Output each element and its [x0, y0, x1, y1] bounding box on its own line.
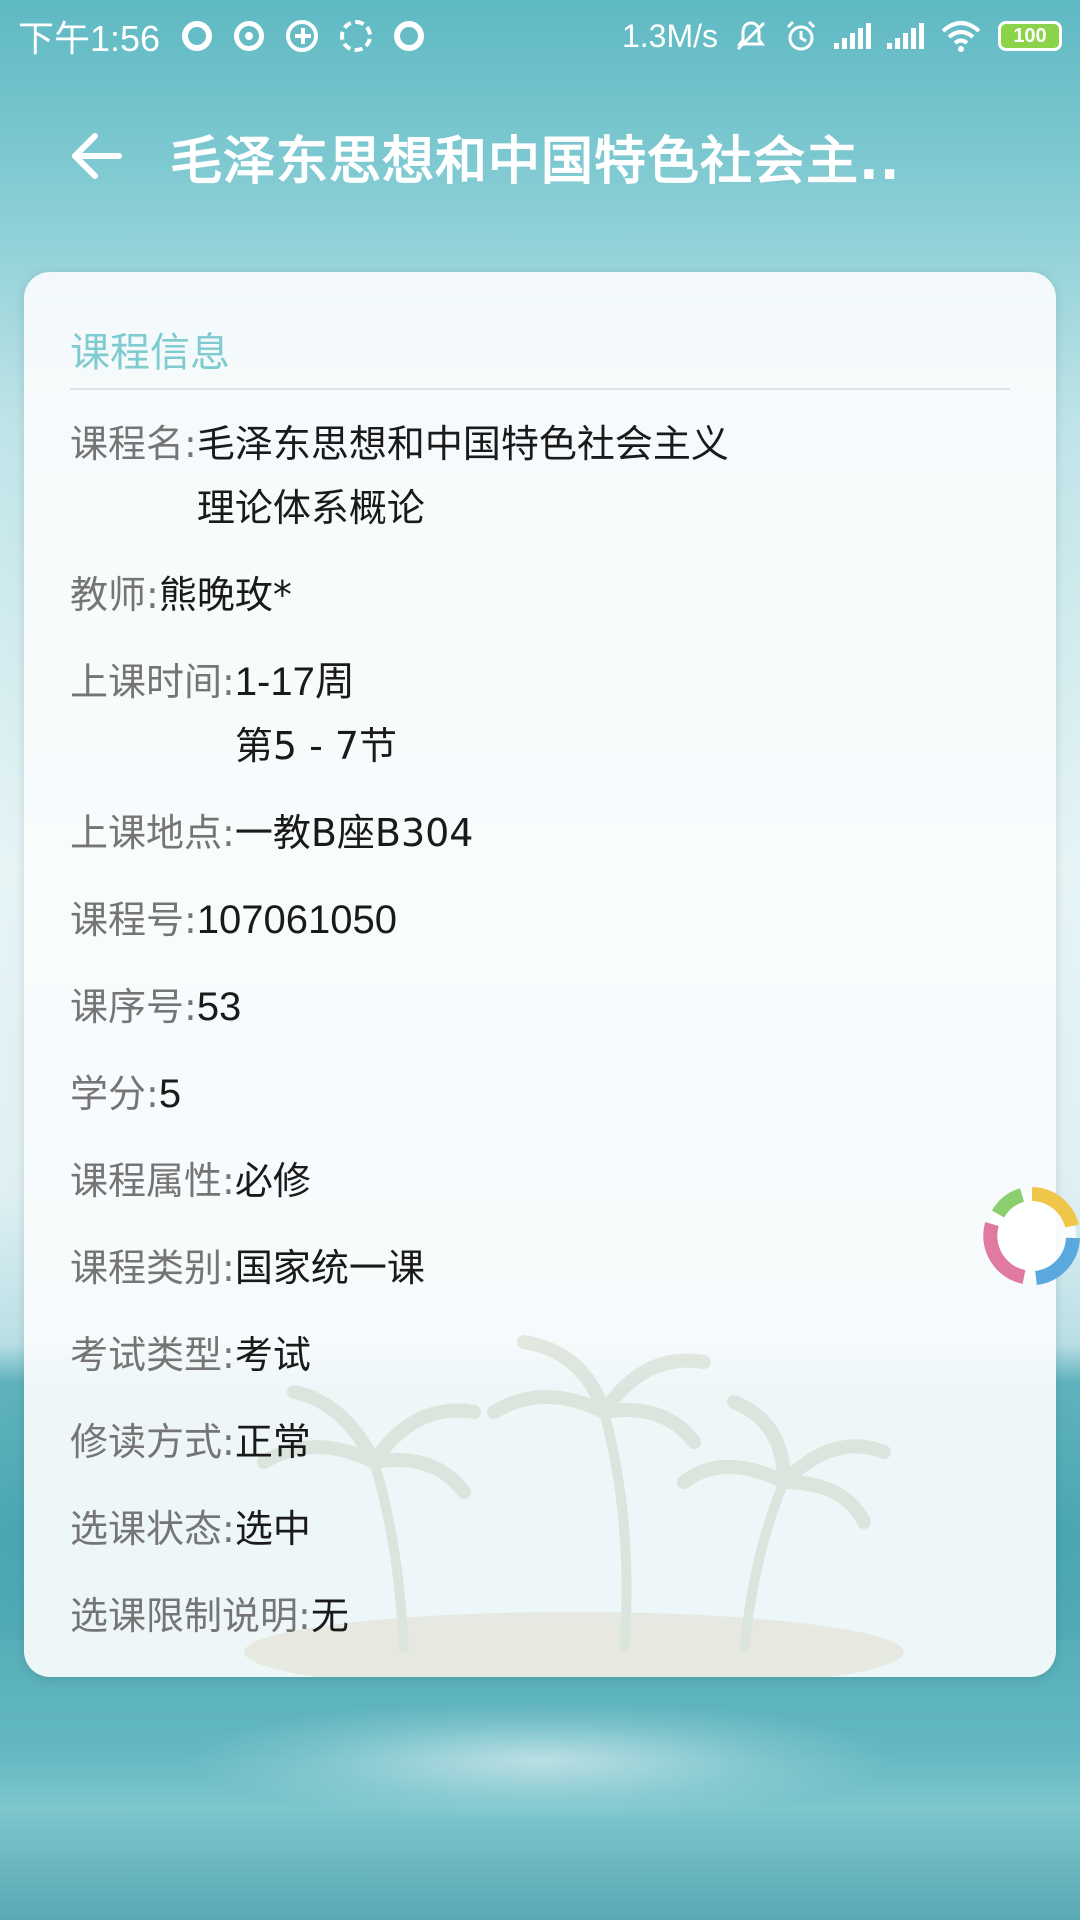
row-study-mode: 修读方式: 正常 — [70, 1410, 1010, 1474]
row-value: 一教B座B304 — [235, 801, 474, 865]
signal-icon — [834, 23, 871, 49]
study-mode: 正常 — [234, 1420, 311, 1464]
course-category: 国家统一课 — [234, 1246, 425, 1290]
network-speed: 1.3M/s — [621, 17, 718, 54]
row-selection-restriction: 选课限制说明: 无 — [70, 1584, 1010, 1648]
selection-restriction: 无 — [310, 1594, 349, 1638]
row-value: 选中 — [235, 1497, 311, 1561]
row-label: 上课地点: — [70, 811, 235, 855]
row-class-time: 上课时间: 1-17周 第5 - 7节 — [70, 650, 1010, 778]
row-label: 学分: — [70, 1072, 159, 1116]
row-value: 107061050 — [197, 888, 397, 952]
signal-icon — [887, 23, 924, 49]
row-section-number: 课序号: 53 — [70, 975, 1010, 1039]
notification-ring-icon — [394, 21, 425, 51]
section-title: 课程信息 — [70, 330, 230, 376]
row-value: 正常 — [235, 1410, 311, 1474]
arrow-left-icon — [72, 133, 122, 179]
row-value: 必修 — [235, 1149, 311, 1213]
page-title: 毛泽东思想和中国特色社会主.. — [170, 131, 901, 192]
class-location: 一教B座B304 — [234, 811, 474, 855]
row-label: 课程名: — [70, 422, 197, 466]
loading-ring-icon — [340, 20, 373, 52]
row-course-number: 课程号: 107061050 — [70, 888, 1010, 952]
row-value: 熊晚玫* — [159, 563, 292, 627]
course-info-list: 课程名: 毛泽东思想和中国特色社会主义 理论体系概论 教师: 熊晚玫* 上课时间… — [70, 412, 1010, 1671]
class-weeks: 1-17周 — [234, 660, 355, 704]
row-value: 毛泽东思想和中国特色社会主义 理论体系概论 — [197, 412, 729, 540]
row-label: 课程号: — [70, 898, 197, 942]
status-bar: 下午1:56 1.3M/s 100 — [0, 0, 1080, 72]
row-value: 5 — [159, 1062, 181, 1126]
row-label: 选课状态: — [70, 1507, 235, 1551]
row-selection-status: 选课状态: 选中 — [70, 1497, 1010, 1561]
background-sea-shine — [180, 1700, 900, 1820]
floating-assistant-button[interactable] — [976, 1180, 1080, 1292]
status-notification-icons — [182, 20, 425, 52]
chat-bubble-icon — [234, 21, 265, 51]
divider — [70, 388, 1010, 390]
status-system-icons: 1.3M/s 100 — [622, 18, 1062, 55]
section-number: 53 — [196, 985, 242, 1029]
row-label: 课程属性: — [70, 1159, 235, 1203]
course-number: 107061050 — [196, 898, 398, 942]
row-label: 上课时间: — [70, 660, 235, 704]
course-name-line-2: 理论体系概论 — [196, 486, 425, 530]
exam-type: 考试 — [234, 1333, 311, 1377]
row-label: 考试类型: — [70, 1333, 235, 1377]
row-course-category: 课程类别: 国家统一课 — [70, 1236, 1010, 1300]
class-periods: 第5 - 7节 — [234, 724, 398, 768]
row-value: 考试 — [235, 1323, 311, 1387]
row-course-name: 课程名: 毛泽东思想和中国特色社会主义 理论体系概论 — [70, 412, 1010, 540]
alarm-icon — [786, 20, 816, 51]
row-value: 53 — [197, 975, 242, 1039]
mute-icon — [736, 21, 766, 51]
course-attribute: 必修 — [234, 1159, 311, 1203]
battery-icon: 100 — [998, 21, 1062, 51]
status-time: 下午1:56 — [18, 18, 161, 59]
selection-status: 选中 — [234, 1507, 311, 1551]
row-label: 课序号: — [70, 985, 197, 1029]
row-credits: 学分: 5 — [70, 1062, 1010, 1126]
row-value: 1-17周 第5 - 7节 — [235, 650, 397, 778]
app-header: 毛泽东思想和中国特色社会主.. — [0, 100, 1080, 212]
course-name-line-1: 毛泽东思想和中国特色社会主义 — [196, 422, 729, 466]
row-value: 无 — [311, 1584, 349, 1648]
wifi-icon — [941, 21, 981, 52]
back-button[interactable] — [40, 100, 152, 212]
notification-ring-icon — [182, 21, 213, 51]
row-value: 国家统一课 — [235, 1236, 425, 1300]
row-course-attribute: 课程属性: 必修 — [70, 1149, 1010, 1213]
row-teacher: 教师: 熊晚玫* — [70, 563, 1010, 627]
row-label: 课程类别: — [70, 1246, 235, 1290]
course-info-card: 课程信息 课程名: 毛泽东思想和中国特色社会主义 理论体系概论 教师: 熊晚玫*… — [24, 272, 1056, 1677]
credits: 5 — [158, 1072, 182, 1116]
row-label: 教师: — [70, 573, 159, 617]
row-exam-type: 考试类型: 考试 — [70, 1323, 1010, 1387]
row-label: 修读方式: — [70, 1420, 235, 1464]
loading-ring-icon — [983, 1187, 1080, 1285]
plus-circle-icon — [286, 20, 319, 52]
row-class-location: 上课地点: 一教B座B304 — [70, 801, 1010, 865]
row-label: 选课限制说明: — [70, 1594, 311, 1638]
teacher-name: 熊晚玫* — [158, 573, 292, 617]
